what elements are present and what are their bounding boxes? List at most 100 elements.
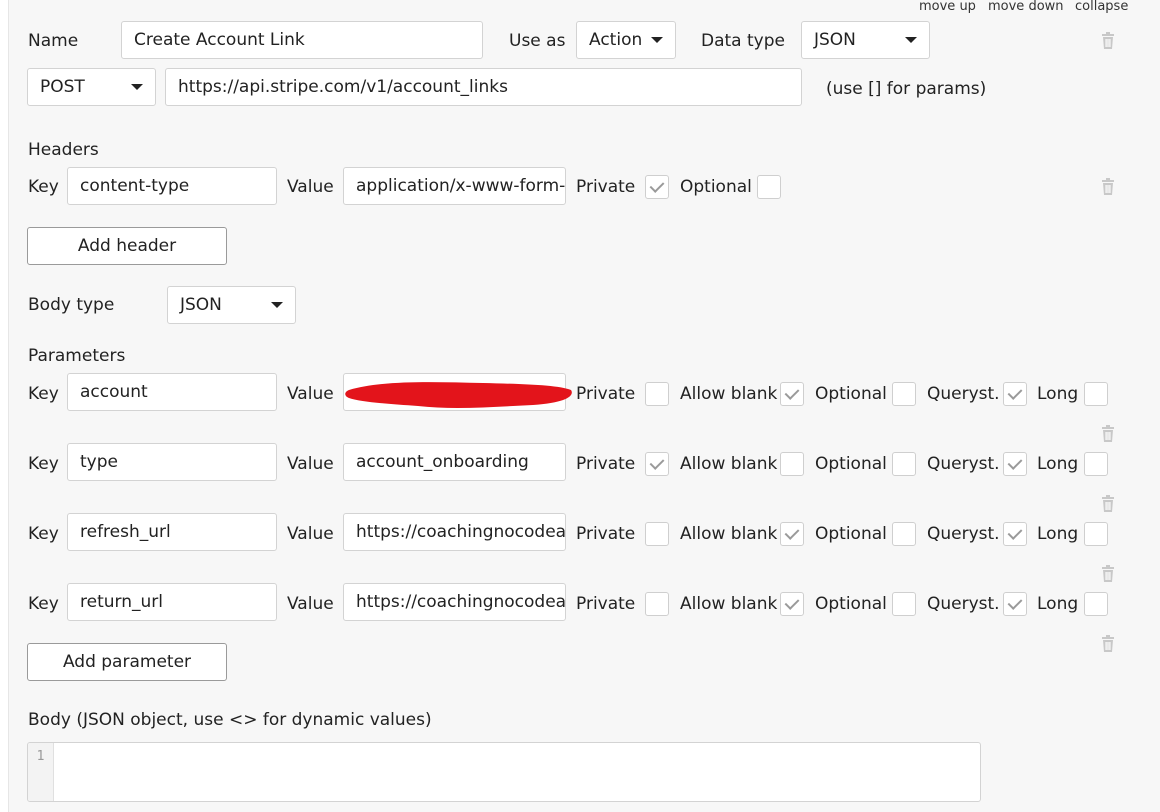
param-allow-blank-checkbox[interactable] [780,382,804,406]
param-long-checkbox[interactable] [1084,452,1108,476]
param-optional-checkbox[interactable] [892,522,916,546]
move-up-link[interactable]: move up [919,0,976,14]
api-call-editor: move up move down collapse Name Create A… [0,0,1160,812]
param-optional-checkbox[interactable] [892,592,916,616]
line-number-gutter: 1 [28,743,54,801]
line-number: 1 [36,749,45,764]
body-json-editor[interactable]: 1 [27,742,981,802]
body-type-dropdown[interactable]: JSON [167,286,296,324]
param-allow-blank-checkbox[interactable] [780,452,804,476]
add-header-button[interactable]: Add header [27,227,227,265]
param-optional-label: Optional [815,454,887,474]
param-value-label: Value [287,594,334,614]
param-key-input[interactable]: type [67,443,277,481]
header-key-label: Key [28,177,59,197]
chevron-down-icon [651,37,663,43]
param-key-label: Key [28,524,59,544]
param-private-label: Private [576,524,636,544]
redaction-mark [345,382,572,408]
param-value-input[interactable]: https://coachingnocodeapp [343,583,566,621]
param-queryst-checkbox[interactable] [1003,382,1027,406]
param-key-label: Key [28,384,59,404]
header-optional-label: Optional [680,177,752,197]
param-key-label: Key [28,594,59,614]
param-key-input[interactable]: account [67,373,277,411]
name-label: Name [28,31,79,51]
param-long-checkbox[interactable] [1084,522,1108,546]
param-private-label: Private [576,594,636,614]
header-optional-checkbox[interactable] [757,175,781,199]
trash-icon[interactable] [1100,565,1116,582]
use-as-label: Use as [509,31,566,51]
use-as-value: Action [589,30,643,50]
param-queryst-label: Queryst. [927,594,1000,614]
trash-icon[interactable] [1100,425,1116,442]
header-key-input[interactable]: content-type [67,167,277,205]
param-value-input[interactable]: https://coachingnocodeapp [343,513,566,551]
param-value-label: Value [287,454,334,474]
header-private-label: Private [576,177,636,197]
param-value-label: Value [287,384,334,404]
chevron-down-icon [271,302,283,308]
headers-title: Headers [28,140,99,160]
parameters-title: Parameters [28,346,126,366]
name-input[interactable]: Create Account Link [121,21,483,59]
param-key-input[interactable]: return_url [67,583,277,621]
param-long-checkbox[interactable] [1084,592,1108,616]
method-dropdown[interactable]: POST [27,68,156,106]
param-optional-checkbox[interactable] [892,452,916,476]
param-long-checkbox[interactable] [1084,382,1108,406]
collapse-link[interactable]: collapse [1075,0,1128,14]
chevron-down-icon [131,84,143,90]
param-allow-blank-checkbox[interactable] [780,592,804,616]
body-type-value: JSON [180,295,222,315]
url-hint: (use [] for params) [826,79,987,99]
param-long-label: Long [1037,384,1079,404]
param-key-label: Key [28,454,59,474]
param-queryst-label: Queryst. [927,384,1000,404]
param-private-label: Private [576,384,636,404]
chevron-down-icon [905,37,917,43]
param-long-label: Long [1037,454,1079,474]
header-private-checkbox[interactable] [645,175,669,199]
param-queryst-checkbox[interactable] [1003,592,1027,616]
param-value-label: Value [287,524,334,544]
param-private-checkbox[interactable] [645,592,669,616]
url-input[interactable]: https://api.stripe.com/v1/account_links [165,68,802,106]
param-key-input[interactable]: refresh_url [67,513,277,551]
move-down-link[interactable]: move down [988,0,1064,14]
param-queryst-checkbox[interactable] [1003,522,1027,546]
param-optional-checkbox[interactable] [892,382,916,406]
trash-icon[interactable] [1100,32,1116,49]
header-value-label: Value [287,177,334,197]
param-private-label: Private [576,454,636,474]
data-type-value: JSON [814,30,856,50]
param-allow-blank-label: Allow blank [680,384,778,404]
param-queryst-label: Queryst. [927,454,1000,474]
trash-icon[interactable] [1100,495,1116,512]
body-type-label: Body type [28,295,115,315]
param-optional-label: Optional [815,594,887,614]
use-as-dropdown[interactable]: Action [576,21,676,59]
param-private-checkbox[interactable] [645,522,669,546]
param-private-checkbox[interactable] [645,452,669,476]
param-optional-label: Optional [815,524,887,544]
param-queryst-checkbox[interactable] [1003,452,1027,476]
param-private-checkbox[interactable] [645,382,669,406]
param-allow-blank-label: Allow blank [680,454,778,474]
param-long-label: Long [1037,594,1079,614]
add-parameter-button[interactable]: Add parameter [27,643,227,681]
data-type-dropdown[interactable]: JSON [801,21,930,59]
body-label: Body (JSON object, use <> for dynamic va… [28,710,432,730]
method-value: POST [40,77,85,97]
header-value-input[interactable]: application/x-www-form-urlencoded [343,167,566,205]
param-allow-blank-label: Allow blank [680,594,778,614]
trash-icon[interactable] [1100,178,1116,195]
param-allow-blank-checkbox[interactable] [780,522,804,546]
param-queryst-label: Queryst. [927,524,1000,544]
param-allow-blank-label: Allow blank [680,524,778,544]
trash-icon[interactable] [1100,635,1116,652]
param-long-label: Long [1037,524,1079,544]
param-optional-label: Optional [815,384,887,404]
param-value-input[interactable]: account_onboarding [343,443,566,481]
